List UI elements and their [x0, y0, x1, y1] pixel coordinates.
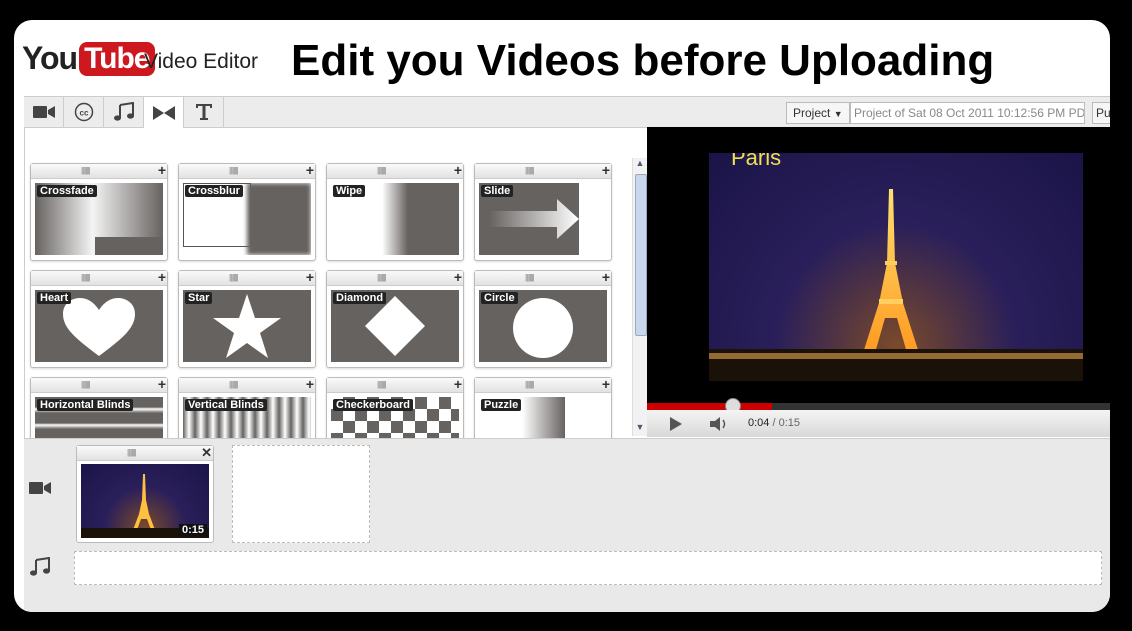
drag-grip-icon[interactable]: |||||||| — [377, 273, 387, 282]
drag-grip-icon[interactable]: |||||||| — [81, 166, 91, 175]
editor-window: You Tube Video Editor Edit you Videos be… — [14, 20, 1110, 612]
transition-tile-heart[interactable]: |||||||| + Heart — [30, 269, 168, 368]
transition-label: Horizontal Blinds — [37, 399, 134, 411]
add-icon[interactable]: + — [602, 269, 610, 285]
clip-drop-zone[interactable] — [232, 445, 370, 543]
transition-tile-horizontal-blinds[interactable]: |||||||| + Horizontal Blinds — [30, 376, 168, 438]
drag-grip-icon[interactable]: |||||||| — [81, 380, 91, 389]
transition-label: Vertical Blinds — [185, 399, 267, 411]
drag-grip-icon[interactable]: |||||||| — [525, 166, 535, 175]
video-camera-icon — [32, 106, 55, 118]
add-icon[interactable]: + — [158, 376, 166, 392]
bowtie-icon — [152, 105, 175, 120]
drag-grip-icon[interactable]: |||||||| — [127, 448, 137, 457]
svg-text:cc: cc — [79, 109, 88, 118]
drag-grip-icon[interactable]: |||||||| — [81, 273, 91, 282]
video-preview-player[interactable]: Paris 0:04 / 0:15 — [647, 127, 1110, 437]
speaker-icon — [710, 417, 726, 431]
transitions-scrollbar[interactable]: ▲ ▼ — [632, 158, 647, 436]
add-icon[interactable]: + — [158, 269, 166, 285]
scroll-thumb[interactable] — [635, 174, 647, 336]
transition-label: Puzzle — [481, 399, 522, 411]
add-icon[interactable]: + — [306, 269, 314, 285]
transition-label: Star — [185, 292, 213, 304]
add-icon[interactable]: + — [454, 376, 462, 392]
tab-text[interactable] — [184, 97, 224, 127]
scroll-up-arrow-icon[interactable]: ▲ — [633, 158, 647, 172]
drag-grip-icon[interactable]: |||||||| — [525, 273, 535, 282]
eiffel-tower-image — [709, 189, 1083, 381]
project-menu-button[interactable]: Project ▼ — [786, 102, 850, 124]
transition-tile-crossfade[interactable]: |||||||| + Crossfade — [30, 162, 168, 261]
audio-drop-zone[interactable] — [74, 551, 1102, 585]
transition-tile-crossblur[interactable]: |||||||| + Crossblur — [178, 162, 316, 261]
page-headline: Edit you Videos before Uploading — [291, 36, 995, 85]
add-icon[interactable]: + — [306, 376, 314, 392]
add-icon[interactable]: + — [602, 376, 610, 392]
tab-transitions[interactable] — [144, 97, 184, 128]
volume-button[interactable] — [707, 414, 733, 434]
video-frame: Paris — [709, 153, 1083, 381]
add-icon[interactable]: + — [602, 162, 610, 178]
publish-button[interactable]: Publish — [1092, 102, 1110, 124]
play-button[interactable] — [663, 414, 689, 434]
remove-clip-icon[interactable]: ✕ — [201, 445, 212, 461]
drag-grip-icon[interactable]: |||||||| — [525, 380, 535, 389]
transition-tile-star[interactable]: |||||||| + Star — [178, 269, 316, 368]
tab-captions[interactable]: cc — [64, 97, 104, 127]
tab-video[interactable] — [24, 97, 64, 127]
add-icon[interactable]: + — [454, 269, 462, 285]
clip-duration-badge: 0:15 — [178, 524, 207, 536]
scroll-down-arrow-icon[interactable]: ▼ — [633, 422, 647, 436]
transition-tile-puzzle[interactable]: |||||||| + Puzzle — [474, 376, 612, 438]
transition-label: Wipe — [333, 185, 366, 197]
time-separator: / — [769, 417, 779, 429]
transition-tile-slide[interactable]: |||||||| + Slide — [474, 162, 612, 261]
music-note-icon — [113, 102, 134, 121]
transitions-panel: |||||||| + Crossfade |||||||| + Crossblur … — [24, 128, 631, 438]
add-icon[interactable]: + — [306, 162, 314, 178]
drag-grip-icon[interactable]: |||||||| — [229, 273, 239, 282]
transition-tile-diamond[interactable]: |||||||| + Diamond — [326, 269, 464, 368]
project-title-field[interactable]: Project of Sat 08 Oct 2011 10:12:56 PM P… — [850, 102, 1085, 124]
video-time-display: 0:04 / 0:15 — [748, 417, 800, 429]
drag-grip-icon[interactable]: |||||||| — [229, 166, 239, 175]
drag-grip-icon[interactable]: |||||||| — [377, 380, 387, 389]
add-icon[interactable]: + — [158, 162, 166, 178]
video-progress-fill — [647, 403, 772, 410]
play-icon — [670, 417, 682, 431]
timeline-clip[interactable]: |||||||| ✕ 0:15 — [76, 445, 214, 543]
video-progress-bar[interactable] — [647, 398, 1110, 414]
audio-track-icon — [29, 556, 51, 582]
drag-grip-icon[interactable]: |||||||| — [229, 380, 239, 389]
video-controls: 0:04 / 0:15 — [647, 410, 1110, 437]
transition-tile-vertical-blinds[interactable]: |||||||| + Vertical Blinds — [178, 376, 316, 438]
transition-label: Heart — [37, 292, 72, 304]
add-icon[interactable]: + — [454, 162, 462, 178]
transition-tile-wipe[interactable]: |||||||| + Wipe — [326, 162, 464, 261]
tab-audio[interactable] — [104, 97, 144, 127]
project-menu-label: Project — [793, 106, 831, 120]
timeline: |||||||| ✕ 0:15 — [24, 438, 1110, 612]
transition-label: Checkerboard — [333, 399, 413, 411]
transition-label: Crossfade — [37, 185, 97, 197]
logo-you-text: You — [22, 40, 78, 76]
chevron-down-icon: ▼ — [833, 109, 843, 119]
transition-tile-circle[interactable]: |||||||| + Circle — [474, 269, 612, 368]
total-time: 0:15 — [778, 417, 801, 429]
current-time: 0:04 — [748, 417, 770, 429]
youtube-logo[interactable]: You Tube — [22, 40, 155, 77]
text-t-icon — [195, 104, 212, 120]
transition-label: Crossblur — [185, 185, 243, 197]
transition-label: Circle — [481, 292, 518, 304]
video-track-icon — [29, 481, 51, 500]
transition-tile-checkerboard[interactable]: |||||||| + Checkerboard — [326, 376, 464, 438]
cc-icon: cc — [74, 102, 93, 122]
transition-label: Diamond — [333, 292, 387, 304]
transition-label: Slide — [481, 185, 514, 197]
app-name: Video Editor — [144, 50, 259, 73]
clip-thumbnail: 0:15 — [81, 464, 209, 538]
editor-toolbar: cc Project ▼ Project of Sat 08 Oct 2011 … — [24, 96, 1110, 128]
drag-grip-icon[interactable]: |||||||| — [377, 166, 387, 175]
